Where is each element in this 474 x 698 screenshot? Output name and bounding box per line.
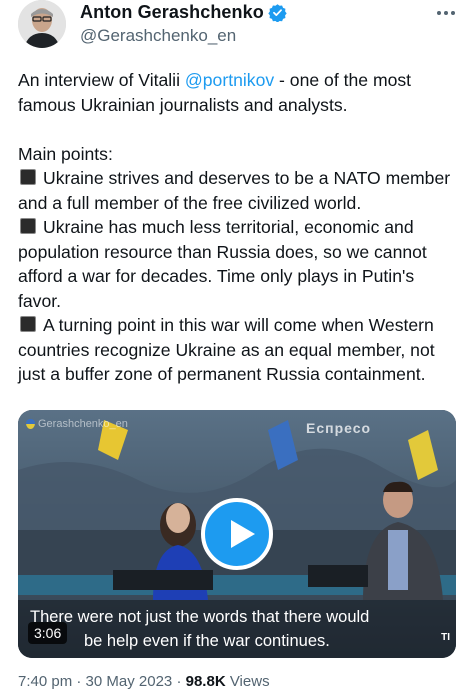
- views-count: 98.8K: [185, 673, 226, 690]
- main-points-label: Main points:: [18, 143, 113, 164]
- channel-logo: Еспресо: [306, 420, 372, 436]
- author-name-row: Anton Gerashchenko: [80, 2, 287, 23]
- video-watermark: Gerashchenko_en: [26, 418, 128, 430]
- author-avatar[interactable]: [18, 0, 66, 48]
- intro-text: An interview of Vitalii: [18, 70, 185, 90]
- mention-link[interactable]: @portnikov: [185, 70, 274, 90]
- watermark-text: Gerashchenko_en: [38, 418, 128, 430]
- point-text: A turning point in this war will come wh…: [18, 315, 435, 384]
- more-options-icon[interactable]: [434, 6, 458, 20]
- meta-separator: ·: [76, 673, 82, 690]
- meta-separator: ·: [176, 673, 182, 690]
- black-square-icon: [20, 218, 36, 234]
- author-display-name[interactable]: Anton Gerashchenko: [80, 2, 264, 23]
- corner-label: TI: [441, 632, 450, 643]
- tweet-date[interactable]: 30 May 2023: [86, 673, 173, 690]
- subtitle-line: There were not just the words that there…: [30, 608, 370, 626]
- point-item: Ukraine strives and deserves to be a NAT…: [18, 166, 458, 215]
- tweet-intro: An interview of Vitalii @portnikov - one…: [18, 68, 458, 117]
- tweet-meta: 7:40 pm · 30 May 2023 · 98.8K Views: [18, 673, 270, 690]
- person-avatar-icon: [18, 0, 66, 48]
- point-item: Ukraine has much less territorial, econo…: [18, 215, 458, 313]
- video-subtitle: There were not just the words that there…: [18, 600, 456, 658]
- black-square-icon: [20, 316, 36, 332]
- tweet-time[interactable]: 7:40 pm: [18, 673, 72, 690]
- point-item: A turning point in this war will come wh…: [18, 313, 458, 387]
- point-text: Ukraine has much less territorial, econo…: [18, 217, 427, 311]
- video-player[interactable]: Gerashchenko_en Еспресо There were not j…: [18, 410, 456, 658]
- tweet-body: An interview of Vitalii @portnikov - one…: [18, 68, 458, 387]
- black-square-icon: [20, 169, 36, 185]
- author-handle[interactable]: @Gerashchenko_en: [80, 26, 236, 46]
- play-button[interactable]: [201, 498, 273, 570]
- subtitle-line: be help even if the war continues.: [84, 632, 330, 650]
- tweet-header: Anton Gerashchenko @Gerashchenko_en: [18, 0, 458, 60]
- verified-badge-icon: [268, 4, 287, 22]
- video-duration: 3:06: [28, 622, 68, 644]
- views-label: Views: [229, 673, 270, 690]
- point-text: Ukraine strives and deserves to be a NAT…: [18, 168, 451, 213]
- ukraine-shield-icon: [26, 419, 35, 429]
